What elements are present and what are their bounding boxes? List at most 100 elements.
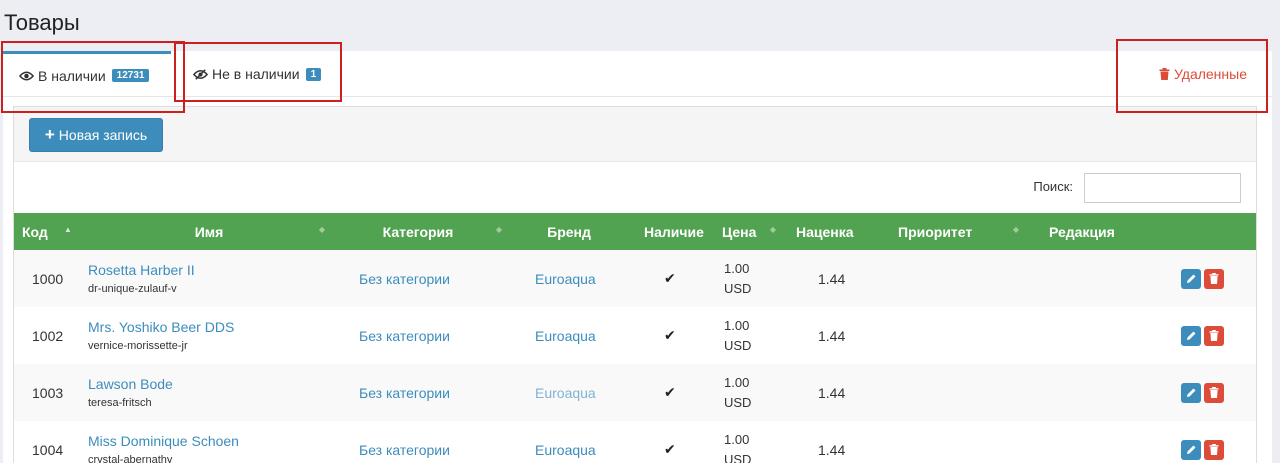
- cell-code: 1000: [32, 270, 64, 287]
- brand-link[interactable]: Euroaqua: [535, 385, 596, 401]
- availability-check-icon: ✔: [664, 441, 676, 457]
- tab-out-of-stock-label: Не в наличии: [212, 66, 300, 82]
- product-slug: dr-unique-zulauf-v: [88, 283, 177, 295]
- edition-cell: [1031, 307, 1181, 364]
- column-header-name[interactable]: Имя ◆: [88, 213, 330, 250]
- table-row: 1004 Miss Dominique Schoen crystal-abernat…: [14, 421, 1256, 463]
- markup-value: 1.44: [818, 270, 846, 287]
- delete-button[interactable]: [1204, 268, 1224, 289]
- tab-in-stock-count-badge: 12731: [111, 69, 150, 82]
- column-header-markup[interactable]: Наценка: [786, 213, 888, 250]
- records-toolbar: + Новая запись: [14, 107, 1256, 162]
- trash-icon: [1209, 385, 1219, 401]
- tab-out-of-stock-count-badge: 1: [305, 67, 322, 81]
- new-record-label: Новая запись: [58, 127, 148, 143]
- product-slug: vernice-morissette-jr: [88, 340, 188, 352]
- markup-value: 1.44: [818, 327, 846, 344]
- search-row: Поиск:: [14, 163, 1256, 213]
- cell-code: 1004: [32, 441, 64, 458]
- table-row: 1002 Mrs. Yoshiko Beer DDS vernice-morisse…: [14, 307, 1256, 364]
- trash-icon: [1209, 442, 1219, 458]
- records-box: + Новая запись Поиск: Код ▲ Имя ◆ Категори…: [13, 106, 1257, 463]
- product-name-link[interactable]: Miss Dominique Schoen: [88, 433, 330, 449]
- search-input[interactable]: [1084, 173, 1241, 203]
- pencil-icon: [1186, 271, 1197, 287]
- edit-button[interactable]: [1181, 382, 1201, 403]
- edition-cell: [1031, 421, 1181, 463]
- edit-button[interactable]: [1181, 439, 1201, 460]
- products-panel: В наличии 12731 Не в наличии 1 Удаленные…: [3, 51, 1272, 463]
- product-name-link[interactable]: Mrs. Yoshiko Beer DDS: [88, 319, 330, 335]
- cell-code: 1002: [32, 327, 64, 344]
- markup-value: 1.44: [818, 384, 846, 401]
- row-actions: [1181, 325, 1256, 346]
- priority-cell: [888, 250, 1031, 307]
- price-value: 1.00: [724, 260, 750, 276]
- price-value: 1.00: [724, 374, 750, 390]
- new-record-button[interactable]: + Новая запись: [29, 118, 163, 152]
- column-header-code[interactable]: Код ▲: [14, 213, 88, 250]
- column-header-brand[interactable]: Бренд: [506, 213, 632, 250]
- tab-in-stock-label: В наличии: [38, 67, 106, 84]
- trash-icon: [1159, 67, 1171, 81]
- table-header-row: Код ▲ Имя ◆ Категория ◆ Бренд Наличие Цена ◆…: [14, 213, 1256, 250]
- tab-deleted-label: Удаленные: [1173, 66, 1247, 82]
- column-header-edit[interactable]: Редакция: [1031, 213, 1181, 250]
- column-header-availability[interactable]: Наличие: [632, 213, 716, 250]
- category-link[interactable]: Без категории: [359, 328, 450, 344]
- markup-value: 1.44: [818, 441, 846, 458]
- availability-check-icon: ✔: [664, 270, 676, 286]
- eye-slash-icon: [193, 67, 209, 81]
- brand-link[interactable]: Euroaqua: [535, 442, 596, 458]
- pencil-icon: [1186, 385, 1197, 401]
- row-actions: [1181, 268, 1256, 289]
- delete-button[interactable]: [1204, 439, 1224, 460]
- table-body: 1000 Rosetta Harber II dr-unique-zulauf-v Б…: [14, 250, 1256, 463]
- price-currency: USD: [724, 337, 752, 353]
- brand-link[interactable]: Euroaqua: [535, 328, 596, 344]
- pencil-icon: [1186, 328, 1197, 344]
- column-header-category[interactable]: Категория ◆: [330, 213, 506, 250]
- edit-button[interactable]: [1181, 325, 1201, 346]
- row-actions: [1181, 382, 1256, 403]
- price-value: 1.00: [724, 431, 750, 447]
- sort-icon: ◆: [495, 225, 502, 234]
- plus-icon: +: [44, 125, 55, 144]
- product-slug: teresa-fritsch: [88, 397, 152, 409]
- sort-icon: ◆: [1012, 225, 1019, 234]
- edition-cell: [1031, 250, 1181, 307]
- column-header-price[interactable]: Цена ◆: [716, 213, 786, 250]
- edit-button[interactable]: [1181, 268, 1201, 289]
- delete-button[interactable]: [1204, 382, 1224, 403]
- eye-icon: [19, 69, 35, 83]
- column-header-priority[interactable]: Приоритет ◆: [888, 213, 1031, 250]
- tab-deleted[interactable]: Удаленные: [1159, 51, 1247, 97]
- sort-icon: ◆: [769, 225, 776, 234]
- tabs-bar: В наличии 12731 Не в наличии 1 Удаленные: [3, 51, 1272, 97]
- product-name-link[interactable]: Rosetta Harber II: [88, 262, 330, 278]
- brand-link[interactable]: Euroaqua: [535, 271, 596, 287]
- table-row: 1000 Rosetta Harber II dr-unique-zulauf-v Б…: [14, 250, 1256, 307]
- category-link[interactable]: Без категории: [359, 271, 450, 287]
- category-link[interactable]: Без категории: [359, 385, 450, 401]
- products-table: Код ▲ Имя ◆ Категория ◆ Бренд Наличие Цена ◆…: [14, 213, 1256, 463]
- price-currency: USD: [724, 280, 752, 296]
- sort-icon: ◆: [318, 225, 325, 234]
- price-currency: USD: [724, 451, 752, 463]
- product-name-link[interactable]: Lawson Bode: [88, 376, 330, 392]
- trash-icon: [1209, 271, 1219, 287]
- tab-in-stock[interactable]: В наличии 12731: [3, 51, 171, 97]
- edition-cell: [1031, 364, 1181, 421]
- table-row: 1003 Lawson Bode teresa-fritsch Без категор…: [14, 364, 1256, 421]
- price-value: 1.00: [724, 317, 750, 333]
- availability-check-icon: ✔: [664, 384, 676, 400]
- price-currency: USD: [724, 394, 752, 410]
- tab-out-of-stock[interactable]: Не в наличии 1: [183, 51, 333, 97]
- row-actions: [1181, 439, 1256, 460]
- category-link[interactable]: Без категории: [359, 442, 450, 458]
- priority-cell: [888, 421, 1031, 463]
- page-title: Товары: [4, 10, 80, 35]
- delete-button[interactable]: [1204, 325, 1224, 346]
- trash-icon: [1209, 328, 1219, 344]
- search-label: Поиск:: [1033, 179, 1073, 194]
